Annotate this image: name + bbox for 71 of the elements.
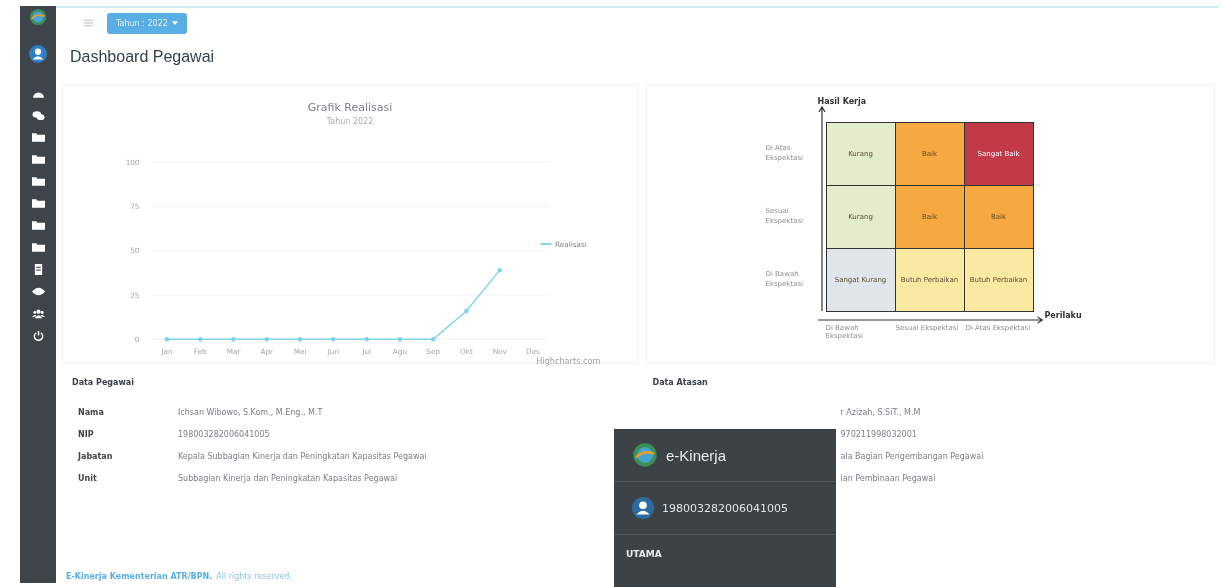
x-tick-label: Nov <box>492 346 507 356</box>
chart-credit: Highcharts.com <box>536 355 601 366</box>
caret-icon <box>171 21 178 25</box>
y-tick-label: 100 <box>125 158 140 167</box>
x-tick-label: Sep <box>426 346 440 356</box>
chat-icon[interactable] <box>31 110 45 121</box>
folder-icon[interactable] <box>31 198 45 209</box>
data-point <box>331 336 336 342</box>
x-tick-label: Mei <box>293 346 307 356</box>
x-tick-label: Des <box>526 346 540 356</box>
page-title: Dashboard Pegawai <box>70 48 216 66</box>
card-title: Data Pegawai <box>72 378 135 387</box>
menu-section-heading: UTAMA <box>625 548 663 561</box>
x-axis-title: Perilaku <box>1044 311 1082 320</box>
field-label: NIP <box>78 429 95 439</box>
x-tick-label: Jul <box>362 346 371 356</box>
folder-icon[interactable] <box>31 220 45 231</box>
folder-icon[interactable] <box>31 176 45 187</box>
x-tick-label: Mar <box>226 346 241 356</box>
field-label: Jabatan <box>78 451 114 461</box>
data-point <box>464 308 469 314</box>
field-value: Subbagian Kinerja dan Peningkatan Kapasitas Pegawai <box>178 473 398 483</box>
data-point <box>430 336 436 342</box>
data-point <box>198 336 203 342</box>
user-avatar-icon[interactable] <box>29 45 47 63</box>
data-point <box>497 267 502 273</box>
power-icon[interactable] <box>31 330 45 341</box>
x-tick-label: Jun <box>327 346 340 356</box>
y-tick-label: 0 <box>134 334 140 344</box>
y-tick-label: 50 <box>130 246 140 256</box>
x-tick-label: Agu <box>392 346 407 356</box>
field-value: r Azizah, S.SiT., M.M <box>840 407 921 417</box>
y-tick-label: 25 <box>130 290 140 300</box>
x-tick-label: Apr <box>260 346 274 356</box>
legend-item[interactable]: Realisasi <box>539 239 587 249</box>
data-point <box>364 336 369 342</box>
chart-title: Grafik Realisasi <box>307 101 393 114</box>
footer-text: All rights reserved. <box>216 571 292 581</box>
data-point <box>297 336 303 342</box>
user-id: 198003282006041005 <box>662 501 788 515</box>
data-point <box>231 336 236 342</box>
chart-subtitle: Tahun 2022 <box>326 117 374 126</box>
folder-icon[interactable] <box>31 132 45 143</box>
users-icon[interactable] <box>31 308 45 319</box>
x-tick-label: Okt <box>460 346 473 356</box>
field-label: Unit <box>78 473 98 483</box>
y-axis-title: Hasil Kerja <box>817 97 868 106</box>
app-name: e-Kinerja <box>666 446 727 464</box>
field-value: 198003282006041005 <box>178 429 270 439</box>
y-tick-label: 75 <box>130 202 140 212</box>
field-value: ala Bagian Pengembangan Pegawai <box>840 451 984 461</box>
globe-logo-icon <box>29 8 47 26</box>
data-point <box>397 336 403 342</box>
data-point <box>264 336 270 342</box>
folder-icon[interactable] <box>31 242 45 253</box>
data-point <box>164 336 170 342</box>
field-value: Ichsan Wibowo, S.Kom., M.Eng., M.T <box>178 407 323 417</box>
folder-icon[interactable] <box>31 154 45 165</box>
year-dropdown-button[interactable]: Tahun : 2022 <box>107 12 187 34</box>
globe-logo-icon <box>632 442 658 468</box>
x-tick-label: Feb <box>193 346 207 356</box>
field-value: ian Pembinaan Pegawai <box>840 473 936 483</box>
user-avatar-icon <box>632 497 654 519</box>
field-label: Nama <box>78 407 105 417</box>
field-value: 970211998032001 <box>840 429 917 439</box>
x-tick-label: Jan <box>161 346 173 356</box>
card-title: Data Atasan <box>652 378 709 387</box>
legend-label: Realisasi <box>555 239 587 249</box>
field-value: Kepala Subbagian Kinerja dan Peningkatan Kapasitas Pegawai <box>178 451 427 461</box>
footer-link[interactable]: E-Kinerja Kementerian ATR/BPN. <box>66 571 213 581</box>
eye-icon[interactable] <box>31 286 45 297</box>
